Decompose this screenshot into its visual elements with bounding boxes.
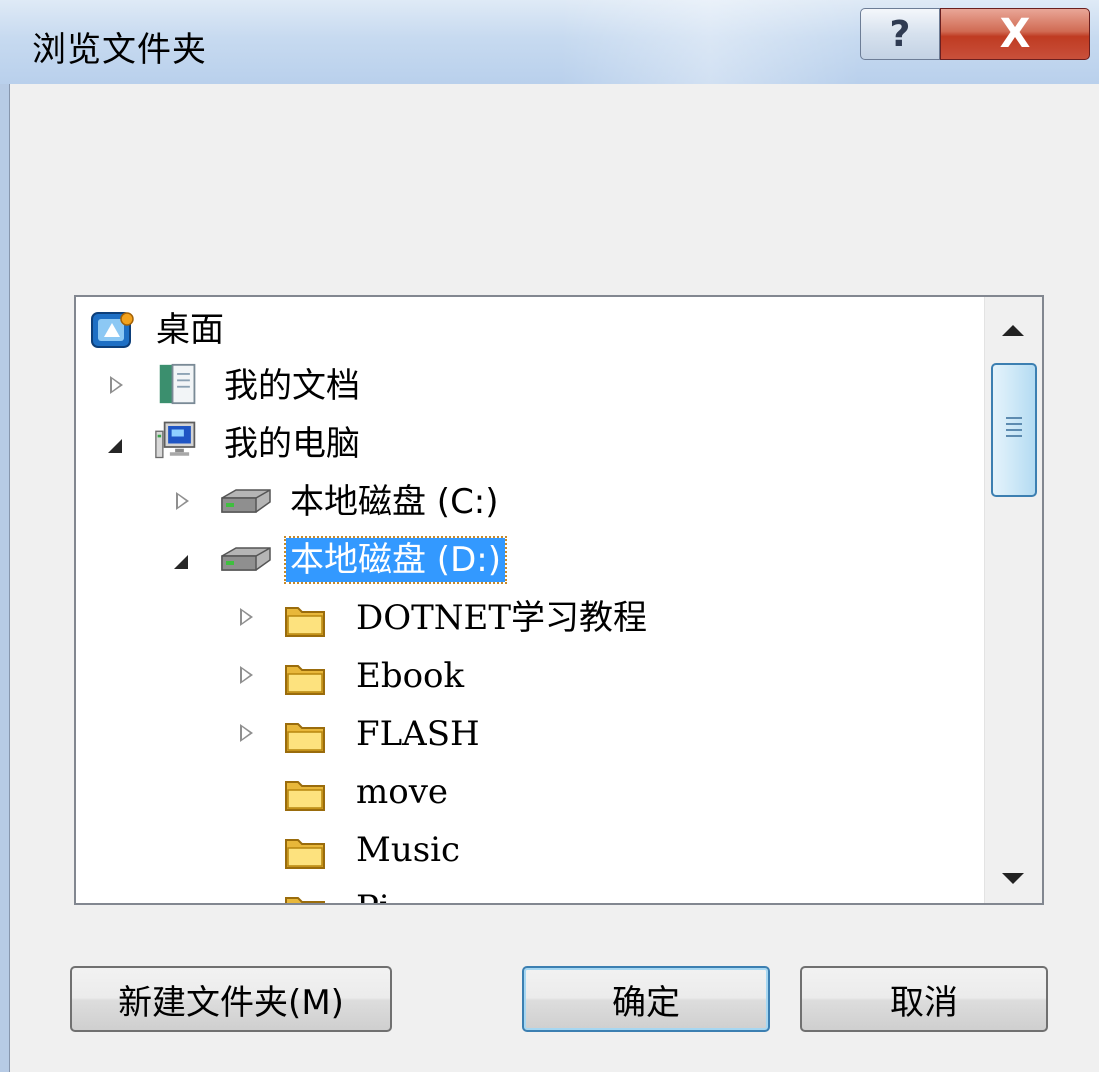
new-folder-button[interactable]: 新建文件夹(M) — [70, 966, 392, 1032]
expand-arrow-icon[interactable] — [176, 492, 189, 510]
help-button[interactable]: ? — [860, 8, 940, 60]
tree-item-my-computer[interactable]: 我的电脑 — [76, 417, 976, 471]
tree-item-label: DOTNET学习教程 — [356, 598, 648, 638]
collapse-arrow-icon[interactable] — [174, 555, 188, 569]
tree-item-my-documents[interactable]: 我的文档 — [76, 359, 976, 413]
window-title: 浏览文件夹 — [32, 30, 207, 70]
tree-item-label: Pi — [356, 886, 390, 903]
tree-item-drive-c[interactable]: 本地磁盘 (C:) — [76, 475, 976, 529]
drive-icon — [221, 547, 271, 571]
computer-icon — [155, 421, 196, 459]
grip-icon — [1006, 417, 1022, 441]
drive-icon — [221, 489, 271, 513]
expand-arrow-icon[interactable] — [240, 608, 253, 626]
tree-item-label: Ebook — [356, 656, 465, 696]
close-button[interactable]: X — [940, 8, 1090, 60]
tree-item-label: 本地磁盘 (D:) — [284, 536, 507, 584]
cancel-button[interactable]: 取消 — [800, 966, 1048, 1032]
tree-item-label: 本地磁盘 (C:) — [290, 482, 499, 522]
desktop-icon — [91, 312, 134, 348]
tree-item-label: move — [356, 772, 449, 812]
documents-icon — [159, 363, 196, 405]
folder-icon — [285, 665, 325, 695]
folder-tree[interactable]: 桌面 我的文档 我的电脑 本地磁盘 (C:) 本地磁盘 (D:) DOTNET学… — [74, 295, 1044, 905]
scroll-down-icon[interactable] — [1002, 873, 1024, 884]
title-bar[interactable]: 浏览文件夹 ? X — [0, 0, 1099, 84]
tree-item-label: 我的文档 — [224, 366, 360, 406]
tree-item-folder[interactable]: Music — [76, 823, 976, 877]
expand-arrow-icon[interactable] — [110, 376, 123, 394]
window-border — [0, 84, 10, 1072]
expand-arrow-icon[interactable] — [240, 666, 253, 684]
tree-item-folder[interactable]: Ebook — [76, 649, 976, 703]
folder-icon — [285, 897, 325, 903]
tree-item-drive-d[interactable]: 本地磁盘 (D:) — [76, 533, 976, 587]
tree-item-label: 桌面 — [156, 310, 224, 350]
scroll-up-icon[interactable] — [1002, 325, 1024, 336]
expand-arrow-icon[interactable] — [240, 724, 253, 742]
scroll-thumb[interactable] — [991, 363, 1037, 497]
title-bar-glare — [560, 0, 860, 84]
ok-button[interactable]: 确定 — [522, 966, 770, 1032]
tree-item-folder[interactable]: Pi — [76, 881, 976, 903]
tree-item-label: Music — [356, 830, 461, 870]
folder-icon — [285, 781, 325, 811]
tree-item-folder[interactable]: move — [76, 765, 976, 819]
collapse-arrow-icon[interactable] — [108, 439, 122, 453]
tree-item-label: FLASH — [356, 714, 480, 754]
tree-item-desktop[interactable]: 桌面 — [76, 303, 976, 357]
tree-item-folder[interactable]: DOTNET学习教程 — [76, 591, 976, 645]
vertical-scrollbar[interactable] — [984, 297, 1042, 903]
folder-icon — [285, 723, 325, 753]
tree-item-label: 我的电脑 — [224, 424, 360, 464]
tree-item-folder[interactable]: FLASH — [76, 707, 976, 761]
folder-icon — [285, 839, 325, 869]
folder-icon — [285, 607, 325, 637]
